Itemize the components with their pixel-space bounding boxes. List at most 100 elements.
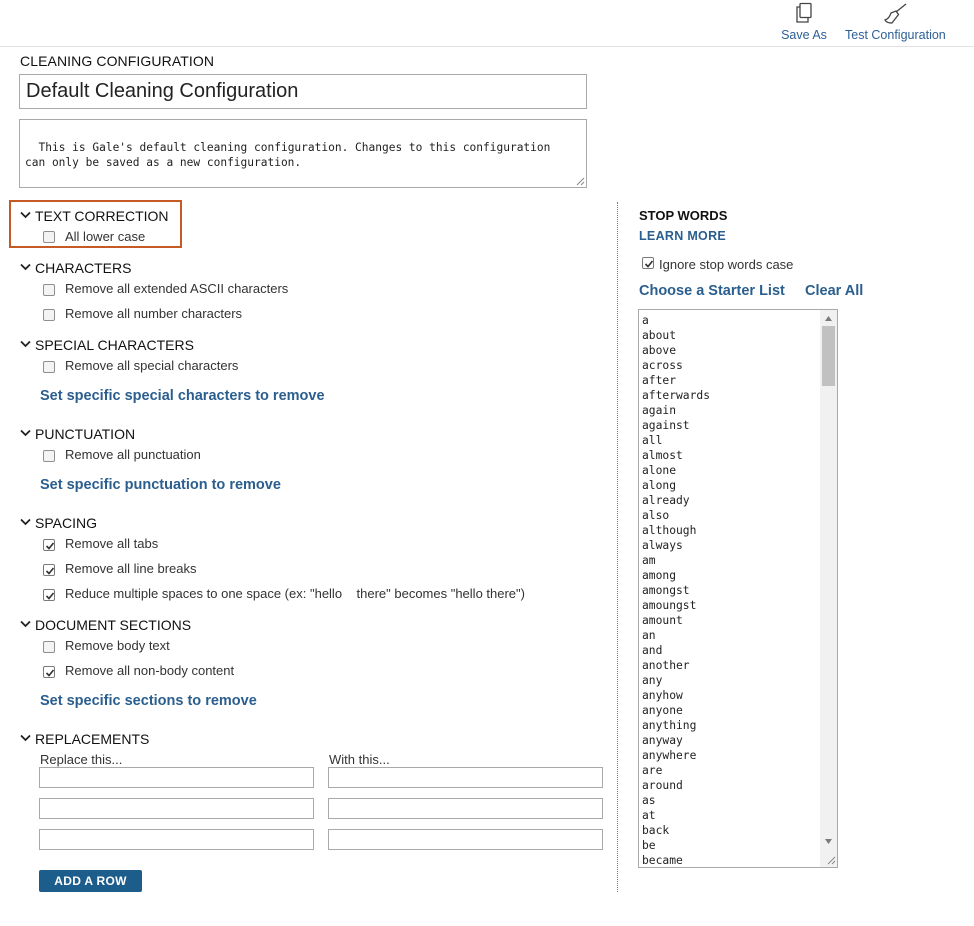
save-as-button[interactable]: Save As: [779, 2, 829, 42]
stop-word-item: already: [642, 494, 690, 507]
section-title: CHARACTERS: [35, 260, 132, 276]
stop-words-title: STOP WORDS: [639, 208, 728, 223]
stop-word-item: are: [642, 764, 663, 777]
remove-punctuation-checkbox[interactable]: [43, 450, 55, 462]
all-lower-case-checkbox[interactable]: [43, 231, 55, 243]
stop-word-item: among: [642, 569, 677, 582]
choose-starter-list-link[interactable]: Choose a Starter List: [639, 283, 785, 299]
configuration-name-input[interactable]: [19, 74, 587, 109]
save-as-label: Save As: [781, 28, 827, 42]
remove-non-body-content-label: Remove all non-body content: [65, 663, 235, 678]
scrollbar[interactable]: [820, 310, 837, 867]
copy-icon: [779, 2, 829, 28]
set-sections-link[interactable]: Set specific sections to remove: [40, 693, 257, 709]
with-input[interactable]: [328, 798, 603, 819]
all-lower-case-label: All lower case: [65, 229, 146, 244]
scrollbar-thumb[interactable]: [822, 326, 835, 386]
section-text-correction[interactable]: TEXT CORRECTION: [20, 208, 169, 224]
stop-word-item: alone: [642, 464, 677, 477]
configuration-description-text: This is Gale's default cleaning configur…: [25, 141, 551, 169]
stop-word-item: afterwards: [642, 389, 711, 402]
add-row-button[interactable]: ADD A ROW: [39, 870, 142, 892]
remove-number-characters-checkbox[interactable]: [43, 309, 55, 321]
learn-more-link[interactable]: LEARN MORE: [639, 229, 726, 243]
remove-body-text-checkbox[interactable]: [43, 641, 55, 653]
chevron-down-icon: [20, 264, 31, 271]
column-divider: [617, 202, 618, 892]
section-document-sections[interactable]: DOCUMENT SECTIONS: [20, 617, 191, 633]
stop-word-item: became: [642, 854, 683, 867]
section-title: SPECIAL CHARACTERS: [35, 337, 194, 353]
chevron-down-icon: [20, 621, 31, 628]
clear-all-link[interactable]: Clear All: [805, 283, 863, 299]
stop-word-item: around: [642, 779, 683, 792]
stop-word-item: any: [642, 674, 663, 687]
stop-word-item: am: [642, 554, 656, 567]
section-special-characters[interactable]: SPECIAL CHARACTERS: [20, 337, 194, 353]
top-toolbar: Save As Test Configuration: [0, 0, 974, 47]
section-title: PUNCTUATION: [35, 426, 136, 442]
remove-tabs-checkbox[interactable]: [43, 539, 55, 551]
with-input[interactable]: [328, 767, 603, 788]
stop-word-item: against: [642, 419, 690, 432]
resize-grip-icon[interactable]: [826, 855, 836, 865]
ignore-stop-words-case-checkbox[interactable]: [642, 257, 654, 269]
resize-grip-icon[interactable]: [575, 176, 585, 186]
stop-word-item: again: [642, 404, 677, 417]
section-characters[interactable]: CHARACTERS: [20, 260, 131, 276]
stop-word-item: about: [642, 329, 677, 342]
stop-word-item: amoungst: [642, 599, 697, 612]
checkmark-icon: [45, 567, 55, 575]
section-title: DOCUMENT SECTIONS: [35, 617, 192, 633]
remove-line-breaks-checkbox[interactable]: [43, 564, 55, 576]
stop-word-item: anywhere: [642, 749, 697, 762]
replace-input[interactable]: [39, 767, 314, 788]
stop-word-item: amount: [642, 614, 683, 627]
remove-special-characters-checkbox[interactable]: [43, 361, 55, 373]
reduce-spaces-checkbox[interactable]: [43, 589, 55, 601]
replace-this-header: Replace this...: [40, 752, 123, 767]
stop-word-item: across: [642, 359, 683, 372]
section-spacing[interactable]: SPACING: [20, 515, 97, 531]
section-replacements[interactable]: REPLACEMENTS: [20, 731, 149, 747]
stop-word-item: as: [642, 794, 656, 807]
stop-word-item: an: [642, 629, 656, 642]
replace-input[interactable]: [39, 829, 314, 850]
stop-word-item: all: [642, 434, 663, 447]
with-input[interactable]: [328, 829, 603, 850]
stop-word-item: after: [642, 374, 677, 387]
stop-words-textarea[interactable]: a about above across after afterwards again aga…: [638, 309, 838, 868]
stop-word-item: at: [642, 809, 656, 822]
stop-word-item: amongst: [642, 584, 690, 597]
stop-word-item: anyone: [642, 704, 683, 717]
cleaning-configuration-heading: CLEANING CONFIGURATION: [20, 53, 215, 69]
section-punctuation[interactable]: PUNCTUATION: [20, 426, 135, 442]
test-configuration-button[interactable]: Test Configuration: [845, 2, 946, 42]
remove-special-characters-label: Remove all special characters: [65, 358, 239, 373]
with-this-header: With this...: [329, 752, 390, 767]
stop-word-item: although: [642, 524, 697, 537]
stop-word-item: another: [642, 659, 690, 672]
section-title: TEXT CORRECTION: [35, 208, 169, 224]
checkmark-icon: [45, 592, 55, 600]
configuration-description-textarea[interactable]: This is Gale's default cleaning configur…: [19, 119, 587, 188]
remove-extended-ascii-checkbox[interactable]: [43, 284, 55, 296]
scroll-down-icon[interactable]: [824, 837, 833, 846]
remove-punctuation-label: Remove all punctuation: [65, 447, 201, 462]
broom-icon: [845, 2, 945, 28]
checkmark-icon: [45, 542, 55, 550]
stop-word-item: above: [642, 344, 677, 357]
replace-input[interactable]: [39, 798, 314, 819]
stop-word-item: almost: [642, 449, 683, 462]
set-special-characters-link[interactable]: Set specific special characters to remov…: [40, 388, 325, 404]
set-punctuation-link[interactable]: Set specific punctuation to remove: [40, 477, 281, 493]
test-configuration-label: Test Configuration: [845, 28, 946, 42]
remove-non-body-content-checkbox[interactable]: [43, 666, 55, 678]
stop-word-item: also: [642, 509, 670, 522]
chevron-down-icon: [20, 735, 31, 742]
reduce-spaces-label: Reduce multiple spaces to one space (ex:…: [65, 586, 525, 601]
stop-word-item: along: [642, 479, 677, 492]
scroll-up-icon[interactable]: [824, 314, 833, 323]
remove-number-characters-label: Remove all number characters: [65, 306, 243, 321]
remove-extended-ascii-label: Remove all extended ASCII characters: [65, 281, 289, 296]
